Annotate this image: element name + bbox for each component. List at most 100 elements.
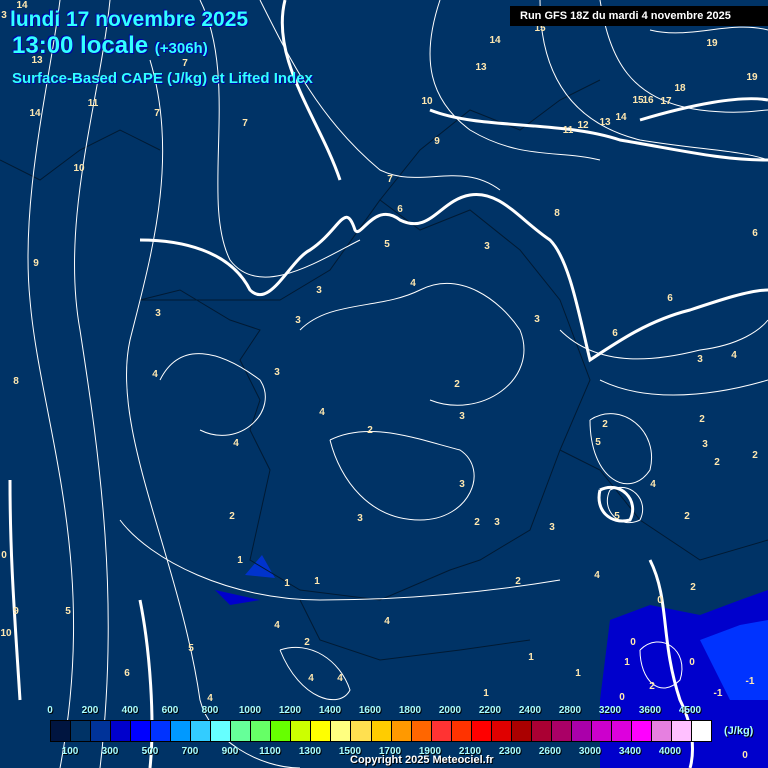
isoline-label: 4 xyxy=(233,438,239,449)
isoline-label: 2 xyxy=(454,379,460,390)
isoline-label: 4 xyxy=(207,693,213,704)
colorbar-swatch xyxy=(671,721,692,741)
isoline-label: 7 xyxy=(387,174,393,185)
isoline-label: 3 xyxy=(295,315,301,326)
forecast-time: 13:00 locale (+306h) xyxy=(12,32,208,60)
colorbar-label: 100 xyxy=(61,746,79,757)
isoline-label: 8 xyxy=(554,208,560,219)
colorbar-swatch xyxy=(71,721,92,741)
colorbar-swatch xyxy=(331,721,352,741)
colorbar-label: 1400 xyxy=(318,705,342,716)
colorbar-label: 1600 xyxy=(358,705,382,716)
isoline-label: 10 xyxy=(0,628,12,639)
isoline-label: 7 xyxy=(242,118,248,129)
colorbar-label: 300 xyxy=(101,746,119,757)
colorbar-label: 200 xyxy=(81,705,99,716)
colorbar-label: 400 xyxy=(121,705,139,716)
colorbar-label: 900 xyxy=(221,746,239,757)
isoline-label: 0 xyxy=(1,550,7,561)
isoline-label: 3 xyxy=(1,10,7,21)
weather-map: 14 3 13 11 14 7 7 7 10 9 8 3 4 3 3 3 4 4 2 2 1 3 5 4 6 7 9 10 13 14 15… xyxy=(0,0,768,768)
local-time: 13:00 locale xyxy=(12,32,149,59)
isoline-label: 17 xyxy=(660,96,672,107)
colorbar-label: 1800 xyxy=(398,705,422,716)
colorbar-label: 2600 xyxy=(538,746,562,757)
colorbar-label: 2300 xyxy=(498,746,522,757)
isoline-label: 2 xyxy=(367,425,373,436)
colorbar-swatch xyxy=(51,721,72,741)
colorbar-swatch xyxy=(611,721,632,741)
isoline-label: 2 xyxy=(714,457,720,468)
isoline-label: 6 xyxy=(752,228,758,239)
isoline-label: 4 xyxy=(731,350,737,361)
isoline-label: 9 xyxy=(434,136,440,147)
colorbar-label: 2800 xyxy=(558,705,582,716)
isoline-label: 0 xyxy=(689,657,695,668)
isoline-label: 4 xyxy=(152,369,158,380)
colorbar-label: 1300 xyxy=(298,746,322,757)
cape-lifted-index-map: 143131114 7771098343334422135467910131415… xyxy=(0,0,768,768)
colorbar-swatch xyxy=(491,721,512,741)
isoline-label: 4 xyxy=(274,620,280,631)
isoline-label: 13 xyxy=(599,117,611,128)
colorbar xyxy=(50,720,712,742)
isoline-label: 1 xyxy=(528,652,534,663)
colorbar-swatch xyxy=(111,721,132,741)
colorbar-label: 1100 xyxy=(259,746,281,757)
isoline-label: 0 xyxy=(657,595,663,606)
colorbar-swatch xyxy=(571,721,592,741)
isoline-label: -1 xyxy=(714,688,723,699)
colorbar-swatch xyxy=(471,721,492,741)
colorbar-label: 600 xyxy=(161,705,179,716)
isoline-label: 3 xyxy=(484,241,490,252)
isoline-label: 9 xyxy=(13,606,19,617)
isoline-label: 2 xyxy=(684,511,690,522)
isoline-label: 4 xyxy=(594,570,600,581)
colorbar-swatch xyxy=(291,721,312,741)
isoline-label: 3 xyxy=(155,308,161,319)
colorbar-swatch xyxy=(271,721,292,741)
isoline-label: 9 xyxy=(33,258,39,269)
isoline-label: 3 xyxy=(357,513,363,524)
colorbar-swatch xyxy=(351,721,372,741)
colorbar-swatch xyxy=(311,721,332,741)
parameter-title: Surface-Based CAPE (J/kg) et Lifted Inde… xyxy=(12,70,313,87)
isoline-label: 4 xyxy=(650,479,656,490)
isoline-label: 4 xyxy=(384,616,390,627)
colorbar-swatch xyxy=(191,721,212,741)
colorbar-label: 2200 xyxy=(478,705,502,716)
isoline-label: 3 xyxy=(494,517,500,528)
isoline-label: 6 xyxy=(667,293,673,304)
isoline-label: 3 xyxy=(534,314,540,325)
isoline-label: 4 xyxy=(410,278,416,289)
copyright: Copyright 2025 Meteociel.fr xyxy=(350,754,494,766)
isoline-label: 2 xyxy=(690,582,696,593)
colorbar-swatch xyxy=(431,721,452,741)
colorbar-label: 4000 xyxy=(658,746,682,757)
colorbar-swatch xyxy=(231,721,252,741)
colorbar-swatch xyxy=(451,721,472,741)
isoline-label: 3 xyxy=(459,479,465,490)
isoline-label: 5 xyxy=(595,437,601,448)
isoline-label: 3 xyxy=(702,439,708,450)
isoline-label: 14 xyxy=(29,108,41,119)
isoline-label: -1 xyxy=(746,676,755,687)
isoline-label: 1 xyxy=(314,576,320,587)
isoline-label: 7 xyxy=(154,108,160,119)
isoline-label: 2 xyxy=(649,681,655,692)
colorbar-swatch xyxy=(91,721,112,741)
colorbar-label: 700 xyxy=(181,746,199,757)
colorbar-swatch xyxy=(692,721,712,741)
isoline-label: 2 xyxy=(515,576,521,587)
isoline-label: 10 xyxy=(73,163,85,174)
isoline-label: 3 xyxy=(459,411,465,422)
isoline-label: 5 xyxy=(384,239,390,250)
isoline-label: 4 xyxy=(308,673,314,684)
colorbar-swatch xyxy=(531,721,552,741)
isoline-label: 10 xyxy=(421,96,433,107)
isoline-label: 18 xyxy=(674,83,686,94)
isoline-label: 1 xyxy=(237,555,243,566)
colorbar-label: 1000 xyxy=(238,705,262,716)
isoline-label: 11 xyxy=(88,98,99,109)
colorbar-swatch xyxy=(131,721,152,741)
